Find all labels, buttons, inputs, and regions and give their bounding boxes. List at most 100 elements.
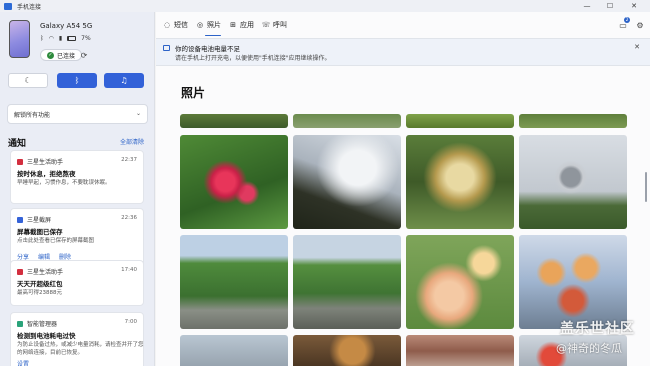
minimize-button[interactable]: — <box>577 0 597 12</box>
device-status-row: ᛒ ◠ ▮ 7% <box>40 35 91 42</box>
device-name: Galaxy A54 5G <box>40 22 93 30</box>
photo-thumbnail[interactable] <box>180 335 288 366</box>
notification-body-continued: 的网络连接，目前已恢复。 <box>17 350 84 356</box>
photo-thumbnail[interactable] <box>519 114 627 128</box>
tab-calls[interactable]: ☏ 呼叫 <box>262 17 287 33</box>
low-battery-banner: 你的设备电池电量不足 请在手机上打开充电，以便使用"手机连接"应用继续操作。 ✕ <box>156 38 650 66</box>
notification-body: 早睡早起，习惯作息，不要耽误休眠。 <box>17 180 111 186</box>
notification-app-name: 三星生活助手 <box>27 159 64 166</box>
notification-body: 点击此处查看已保存的屏幕截图 <box>17 238 95 244</box>
apps-icon: ⊞ <box>230 21 236 29</box>
photo-thumbnail[interactable] <box>293 114 401 128</box>
page-title: 照片 <box>181 86 206 100</box>
moon-icon: ☾ <box>24 76 32 85</box>
notification-app: 三星截屏 <box>17 215 51 224</box>
maximize-button[interactable]: ☐ <box>600 0 620 12</box>
photo-thumbnail[interactable] <box>406 335 514 366</box>
connection-status-label: 已连接 <box>57 52 76 60</box>
scrollbar[interactable] <box>645 172 647 202</box>
signal-icon: ▮ <box>58 35 63 42</box>
notification-title: 屏幕截图已保存 <box>17 228 63 236</box>
photo-thumbnail[interactable] <box>406 235 514 329</box>
photo-thumbnail[interactable] <box>519 235 627 329</box>
phone-link-app-icon <box>4 2 12 10</box>
quick-button-moon[interactable]: ☾ <box>8 73 48 88</box>
notification-count-badge: 2 <box>624 17 630 23</box>
photo-thumbnail[interactable] <box>293 335 401 366</box>
bluetooth-icon: ᛒ <box>74 76 80 85</box>
photo-thumbnail[interactable] <box>293 235 401 329</box>
app-icon <box>17 216 23 223</box>
quick-button-music[interactable]: ♫ <box>104 73 144 88</box>
notification-title: 检测到电池耗电过快 <box>17 332 76 340</box>
photo-thumbnail[interactable] <box>180 235 288 329</box>
unlock-label: 解锁所有功能 <box>14 111 51 119</box>
notifications-heading: 通知 <box>8 139 27 149</box>
notification-app: 三星生活助手 <box>17 267 63 276</box>
tab-photos[interactable]: ◎ 照片 <box>196 17 221 36</box>
main-content: ◌ 短信 ◎ 照片 ⊞ 应用 ☏ 呼叫 ▭ 2 ⚙ 你的设备电池电量不足 请在手… <box>156 12 650 366</box>
notification-time: 17:40 <box>121 267 137 273</box>
battery-level: 7% <box>81 35 91 42</box>
left-panel: Galaxy A54 5G ᛒ ◠ ▮ 7% ✓ 已连接 ⟳ ☾ ᛒ ♫ 解锁所… <box>0 12 155 366</box>
app-icon <box>17 158 23 165</box>
notification-time: 22:36 <box>121 215 137 221</box>
banner-message: 请在手机上打开充电，以便使用"手机连接"应用继续操作。 <box>175 55 331 62</box>
notification-body: 最高可得23888元 <box>17 290 62 296</box>
notification-card[interactable]: 三星生活助手 22:37 按时休息，拒绝熬夜 早睡早起，习惯作息，不要耽误休眠。 <box>10 150 144 204</box>
notification-app: 智能管理器 <box>17 319 57 328</box>
photo-thumbnail[interactable] <box>519 135 627 229</box>
tab-label: 呼叫 <box>273 21 287 29</box>
banner-title: 你的设备电池电量不足 <box>175 45 240 53</box>
connection-status: ✓ 已连接 <box>40 49 83 61</box>
notification-body: 为防止设备过热，或减少电量消耗，请检查并开了您 <box>17 342 144 348</box>
photo-thumbnail[interactable] <box>180 114 288 128</box>
close-window-button[interactable]: ✕ <box>624 0 644 12</box>
photo-thumbnail[interactable] <box>406 114 514 128</box>
check-icon: ✓ <box>47 51 54 59</box>
settings-button[interactable]: 设置 <box>17 359 29 366</box>
notification-card[interactable]: 智能管理器 7:00 检测到电池耗电过快 为防止设备过热，或减少电量消耗，请检查… <box>10 312 144 366</box>
tab-label: 短信 <box>174 21 188 29</box>
quick-button-bluetooth[interactable]: ᛒ <box>57 73 97 88</box>
title-bar: 手机连接 <box>0 0 650 12</box>
chat-icon: ◌ <box>163 21 171 29</box>
tab-label: 照片 <box>207 21 221 29</box>
music-icon: ♫ <box>120 76 128 85</box>
photo-thumbnail[interactable] <box>180 135 288 229</box>
tab-apps[interactable]: ⊞ 应用 <box>229 17 254 33</box>
notification-title: 天天开超级红包 <box>17 280 63 288</box>
photo-thumbnail[interactable] <box>293 135 401 229</box>
tab-messages[interactable]: ◌ 短信 <box>163 17 188 33</box>
app-icon <box>17 268 23 275</box>
app-icon <box>17 320 23 327</box>
settings-button[interactable]: ⚙ <box>634 19 646 31</box>
refresh-button[interactable]: ⟳ <box>78 50 90 61</box>
photo-icon: ◎ <box>196 21 204 29</box>
clear-all-link[interactable]: 全部清除 <box>120 137 144 146</box>
window-title: 手机连接 <box>17 3 42 11</box>
tab-bar: ◌ 短信 ◎ 照片 ⊞ 应用 ☏ 呼叫 <box>156 12 650 38</box>
battery-icon <box>67 36 77 41</box>
notification-app-name: 三星生活助手 <box>27 269 64 276</box>
device-image <box>9 20 30 58</box>
tab-label: 应用 <box>240 21 254 29</box>
close-icon[interactable]: ✕ <box>634 43 640 51</box>
notification-actions: 设置 <box>17 359 29 366</box>
phone-icon: ☏ <box>261 21 271 29</box>
watermark-author: @神奇的冬瓜 <box>556 342 622 355</box>
notification-time: 7:00 <box>124 319 137 325</box>
notification-app-name: 智能管理器 <box>27 321 58 328</box>
gear-icon: ⚙ <box>636 20 644 30</box>
watermark-logo-text: 盖乐世社区 <box>560 321 635 337</box>
notification-card[interactable]: 三星生活助手 17:40 天天开超级红包 最高可得23888元 <box>10 260 144 306</box>
bluetooth-icon: ᛒ <box>40 35 44 42</box>
notification-app: 三星生活助手 <box>17 157 63 166</box>
notification-time: 22:37 <box>121 157 137 163</box>
photo-thumbnail[interactable] <box>406 135 514 229</box>
wifi-icon: ◠ <box>48 35 54 42</box>
chevron-down-icon: ⌄ <box>135 110 141 117</box>
phone-icon <box>163 45 170 51</box>
notification-card[interactable]: 三星截屏 22:36 屏幕截图已保存 点击此处查看已保存的屏幕截图 分享 编辑 … <box>10 208 144 266</box>
unlock-all-features-dropdown[interactable]: 解锁所有功能 ⌄ <box>7 104 148 124</box>
